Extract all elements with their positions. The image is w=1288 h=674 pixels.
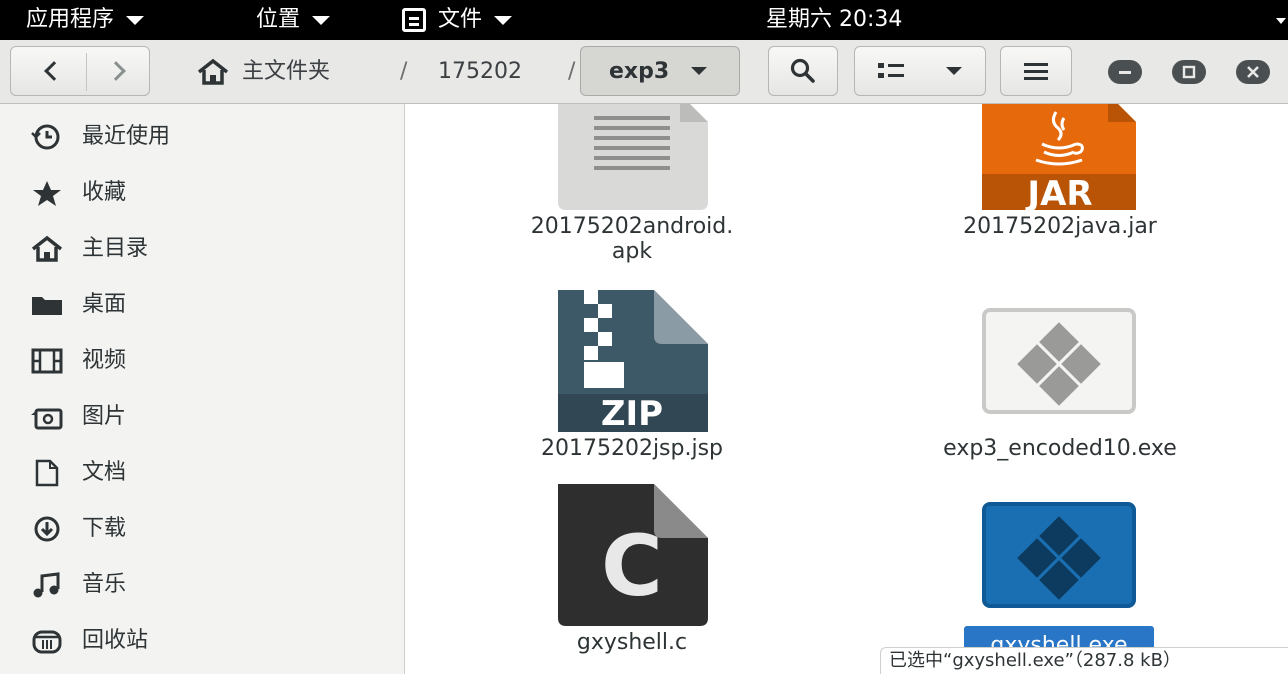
file-label: gxyshell.c <box>576 630 688 655</box>
close-icon <box>1247 66 1259 78</box>
exe-icon <box>982 308 1136 414</box>
hamburger-menu-icon <box>1024 63 1048 80</box>
sidebar-item-label: 主目录 <box>82 236 149 261</box>
breadcrumb-separator: / <box>568 59 576 84</box>
sidebar-item-pictures[interactable]: 图片 <box>0 389 404 445</box>
breadcrumb-home[interactable]: 主文件夹 <box>196 52 330 92</box>
chevron-down-icon <box>494 15 513 25</box>
breadcrumb-current-label: exp3 <box>609 58 670 84</box>
document-icon <box>35 459 59 487</box>
zip-badge: ZIP <box>600 394 664 434</box>
breadcrumb-current[interactable]: exp3 <box>580 46 740 96</box>
film-icon <box>31 348 63 374</box>
selected-file-label[interactable]: gxyshell.exe <box>964 626 1154 648</box>
text-file-icon <box>558 104 708 210</box>
files-app-menu[interactable]: 文件 <box>402 5 513 35</box>
top-bar: 应用程序 位置 文件 星期六 20:34 <box>0 0 1288 40</box>
file-label: 20175202java.jar <box>963 214 1157 239</box>
chevron-down-icon <box>312 15 331 25</box>
applications-menu[interactable]: 应用程序 <box>26 5 145 35</box>
exe-selected-icon <box>982 502 1136 608</box>
breadcrumb-home-label: 主文件夹 <box>242 59 331 84</box>
files-app-menu-label: 文件 <box>438 7 483 32</box>
chevron-down-icon <box>691 67 708 75</box>
header-bar: 主文件夹 / 175202 / exp3 <box>0 40 1288 104</box>
nav-divider <box>86 53 87 91</box>
file-label: 20175202jsp.jsp <box>540 436 724 461</box>
file-item-exe-selected[interactable] <box>982 502 1136 612</box>
sidebar-item-videos[interactable]: 视频 <box>0 333 404 389</box>
download-icon <box>34 516 60 542</box>
places-menu[interactable]: 位置 <box>256 5 331 35</box>
sidebar-item-label: 下载 <box>82 516 127 541</box>
sidebar-item-trash[interactable]: 回收站 <box>0 613 404 669</box>
sidebar-item-label: 文档 <box>82 460 127 485</box>
breadcrumb-separator: / <box>400 59 408 84</box>
maximize-button[interactable] <box>1172 60 1206 84</box>
sidebar-item-music[interactable]: 音乐 <box>0 557 404 613</box>
minimize-icon <box>1119 71 1131 74</box>
sidebar-item-starred[interactable]: 收藏 <box>0 165 404 221</box>
nav-buttons <box>10 46 150 96</box>
back-button[interactable] <box>44 61 64 81</box>
file-item-apk[interactable] <box>554 104 710 214</box>
forward-button[interactable] <box>106 61 126 81</box>
search-icon <box>790 58 815 83</box>
camera-icon <box>31 408 63 430</box>
file-label: 20175202android. apk <box>530 214 734 264</box>
chevron-down-icon <box>126 15 145 25</box>
menu-button[interactable] <box>1000 46 1072 96</box>
clock-icon <box>31 124 60 150</box>
files-app-icon <box>402 8 426 32</box>
sidebar-item-label: 音乐 <box>82 572 127 597</box>
view-mode-button[interactable] <box>854 46 986 96</box>
file-grid: 20175202android. apk JAR 20175202java.ja… <box>406 104 1288 674</box>
sidebar-item-desktop[interactable]: 桌面 <box>0 277 404 333</box>
system-menu-arrow-icon[interactable] <box>1276 18 1286 24</box>
sidebar-item-recent[interactable]: 最近使用 <box>0 109 404 165</box>
home-icon <box>31 235 63 262</box>
clock[interactable]: 星期六 20:34 <box>766 5 902 35</box>
sidebar-item-home[interactable]: 主目录 <box>0 221 404 277</box>
music-icon <box>33 572 60 598</box>
home-icon <box>197 58 229 85</box>
chevron-down-icon <box>946 67 962 75</box>
trash-icon <box>32 630 62 654</box>
search-button[interactable] <box>768 46 838 96</box>
minimize-button[interactable] <box>1108 60 1142 84</box>
file-item-exe[interactable] <box>982 308 1136 418</box>
sidebar-item-label: 视频 <box>82 348 127 373</box>
breadcrumb-folder[interactable]: 175202 <box>438 52 522 92</box>
sidebar-item-label: 回收站 <box>82 628 149 653</box>
c-badge: C <box>601 517 663 615</box>
applications-menu-label: 应用程序 <box>26 7 115 32</box>
sidebar-item-label: 收藏 <box>82 180 127 205</box>
close-button[interactable] <box>1236 60 1270 84</box>
places-sidebar: 最近使用 收藏 主目录 桌面 视频 图片 文档 下载 音乐 回收站 <box>0 104 405 674</box>
list-view-icon <box>878 63 904 78</box>
jar-badge: JAR <box>1027 174 1093 214</box>
sidebar-item-label: 图片 <box>82 404 127 429</box>
sidebar-item-label: 最近使用 <box>82 124 171 149</box>
places-menu-label: 位置 <box>256 7 301 32</box>
sidebar-item-documents[interactable]: 文档 <box>0 445 404 501</box>
sidebar-item-label: 桌面 <box>82 292 127 317</box>
star-icon <box>33 181 61 206</box>
folder-icon <box>32 297 62 315</box>
file-label: exp3_encoded10.exe <box>943 436 1177 461</box>
status-overlay: 已选中“gxyshell.exe”（287.8 kB） <box>880 647 1288 674</box>
maximize-icon <box>1182 65 1196 79</box>
sidebar-item-downloads[interactable]: 下载 <box>0 501 404 557</box>
